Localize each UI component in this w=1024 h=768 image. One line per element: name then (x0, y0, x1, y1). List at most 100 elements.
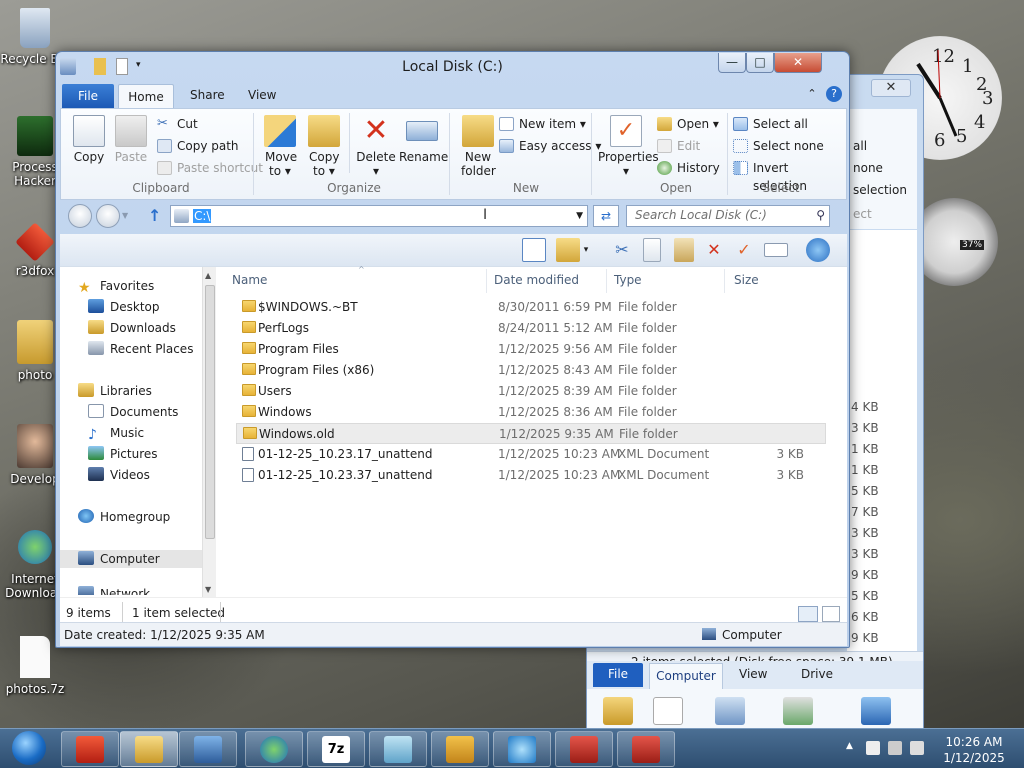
copy-button[interactable]: Copy (69, 115, 109, 164)
scroll-thumb[interactable] (205, 285, 215, 539)
action-center-flag-icon[interactable] (866, 741, 880, 755)
column-header-name[interactable]: Name (232, 273, 267, 287)
search-icon[interactable]: ⚲ (816, 208, 825, 222)
nav-videos[interactable]: Videos (88, 466, 150, 484)
show-hidden-icons-icon[interactable]: ▲ (846, 741, 853, 751)
nav-recent-places[interactable]: Recent Places (88, 340, 193, 358)
paste-icon[interactable] (674, 238, 694, 262)
back-invert-selection[interactable]: selection (853, 183, 907, 197)
cut-icon[interactable]: ✂ (610, 238, 634, 262)
select-none-button[interactable]: Select none (733, 137, 824, 155)
back-window-close-button[interactable]: ✕ (871, 79, 911, 97)
copy-icon[interactable] (643, 238, 661, 262)
rename-icon[interactable] (715, 697, 745, 725)
refresh-button[interactable]: ⇄ (593, 205, 619, 227)
up-arrow-icon[interactable]: ↑ (148, 206, 161, 225)
minimize-ribbon-icon[interactable]: ⌃ (804, 86, 820, 102)
network-status-icon[interactable] (888, 741, 902, 755)
network-icon[interactable] (861, 697, 891, 725)
volume-icon[interactable] (910, 741, 924, 755)
nav-favorites[interactable]: ★ Favorites (78, 277, 154, 295)
taskbar-toolbox-2[interactable] (617, 731, 675, 767)
back-button[interactable] (68, 204, 92, 228)
preview-pane-icon[interactable] (522, 238, 546, 262)
easy-access-button[interactable]: Easy access ▾ (499, 137, 601, 155)
table-row[interactable]: Users 1/12/2025 8:39 AM File folder (236, 381, 826, 402)
large-icons-view-icon[interactable] (822, 606, 840, 622)
taskbar-file-explorer[interactable] (120, 731, 178, 767)
taskbar-search[interactable] (493, 731, 551, 767)
delete-button[interactable]: ✕ Delete ▾ (353, 115, 399, 179)
edit-button[interactable]: Edit (657, 137, 700, 155)
back-select-none[interactable]: none (853, 161, 883, 175)
properties-icon[interactable] (653, 697, 683, 725)
nav-music[interactable]: ♪ Music (88, 424, 144, 442)
back-tab-drive[interactable]: Drive (801, 667, 833, 681)
taskbar-photo-viewer[interactable] (179, 731, 237, 767)
nav-pictures[interactable]: Pictures (88, 445, 158, 463)
taskbar-notepad[interactable] (369, 731, 427, 767)
start-button[interactable] (2, 729, 56, 768)
recent-locations-dropdown-icon[interactable]: ▼ (122, 211, 128, 220)
history-button[interactable]: History (657, 159, 720, 177)
tab-share[interactable]: Share (190, 88, 225, 102)
taskbar-r3dfox[interactable] (61, 731, 119, 767)
nav-network[interactable]: Network (78, 585, 150, 595)
clock[interactable]: 10:26 AM 1/12/2025 (942, 734, 1006, 766)
nav-libraries[interactable]: Libraries (78, 382, 152, 400)
column-header-size[interactable]: Size (734, 273, 759, 287)
paste-button[interactable]: Paste (111, 115, 151, 164)
move-to-button[interactable]: Move to ▾ (259, 115, 301, 178)
invert-selection-button[interactable]: Invert selection (733, 159, 846, 193)
rename-toolbar-icon[interactable] (764, 243, 788, 257)
nav-desktop[interactable]: Desktop (88, 298, 160, 316)
tab-file[interactable]: File (62, 84, 114, 108)
taskbar-lock[interactable] (431, 731, 489, 767)
copy-path-button[interactable]: Copy path (157, 137, 239, 155)
back-tab-file[interactable]: File (593, 663, 643, 687)
tab-home[interactable]: Home (118, 84, 174, 109)
copy-to-button[interactable]: Copy to ▾ (303, 115, 345, 178)
table-row[interactable]: 01-12-25_10.23.37_unattend 1/12/2025 10:2… (236, 465, 826, 486)
taskbar-toolbox-1[interactable] (555, 731, 613, 767)
scroll-up-icon[interactable]: ▲ (205, 271, 211, 280)
folder-options-icon[interactable] (556, 238, 580, 262)
column-header-date[interactable]: Date modified (494, 273, 579, 287)
properties-button[interactable]: ✓ Properties ▾ (597, 115, 659, 178)
paste-shortcut-button[interactable]: Paste shortcut (157, 159, 263, 177)
search-input[interactable]: Search Local Disk (C:) ⚲ (626, 205, 830, 227)
open-button[interactable]: Open ▾ (657, 115, 719, 133)
cut-button[interactable]: ✂ Cut (157, 115, 198, 133)
taskbar-idm[interactable] (245, 731, 303, 767)
tab-view[interactable]: View (248, 88, 276, 102)
network-icon[interactable] (806, 238, 830, 262)
new-folder-button[interactable]: New folder (455, 115, 501, 178)
explorer-window[interactable]: ▾ Local Disk (C:) — □ ✕ File Home Share … (55, 51, 850, 648)
table-row[interactable]: Program Files 1/12/2025 9:56 AM File folde… (236, 339, 826, 360)
minimize-button[interactable]: — (718, 53, 746, 73)
back-tab-view[interactable]: View (739, 667, 767, 681)
taskbar-7zip[interactable]: 7z (307, 731, 365, 767)
folder-icon[interactable] (603, 697, 633, 725)
nav-downloads[interactable]: Downloads (88, 319, 176, 337)
rename-button[interactable]: Rename (399, 115, 448, 164)
details-view-icon[interactable] (798, 606, 818, 622)
column-header-type[interactable]: Type (614, 273, 642, 287)
nav-computer[interactable]: Computer (60, 550, 202, 568)
title-bar[interactable]: ▾ Local Disk (C:) — □ ✕ (56, 52, 849, 82)
nav-homegroup[interactable]: Homegroup (78, 508, 170, 526)
address-text[interactable]: C:\ (193, 209, 212, 223)
select-all-button[interactable]: Select all (733, 115, 808, 133)
address-dropdown-icon[interactable]: ▼ (576, 211, 583, 221)
nav-documents[interactable]: Documents (88, 403, 178, 421)
map-drive-icon[interactable] (783, 697, 813, 725)
close-button[interactable]: ✕ (774, 53, 822, 73)
address-bar[interactable]: C:\ I ▼ (170, 205, 588, 227)
back-select-all[interactable]: all (853, 139, 867, 153)
scroll-down-icon[interactable]: ▼ (205, 585, 211, 594)
table-row[interactable]: Windows.old 1/12/2025 9:35 AM File folder (236, 423, 826, 444)
properties-check-icon[interactable]: ✓ (732, 238, 756, 262)
new-item-button[interactable]: New item ▾ (499, 115, 586, 133)
table-row[interactable]: Windows 1/12/2025 8:36 AM File folder (236, 402, 826, 423)
navigation-scrollbar[interactable]: ▲ ▼ (202, 267, 216, 597)
